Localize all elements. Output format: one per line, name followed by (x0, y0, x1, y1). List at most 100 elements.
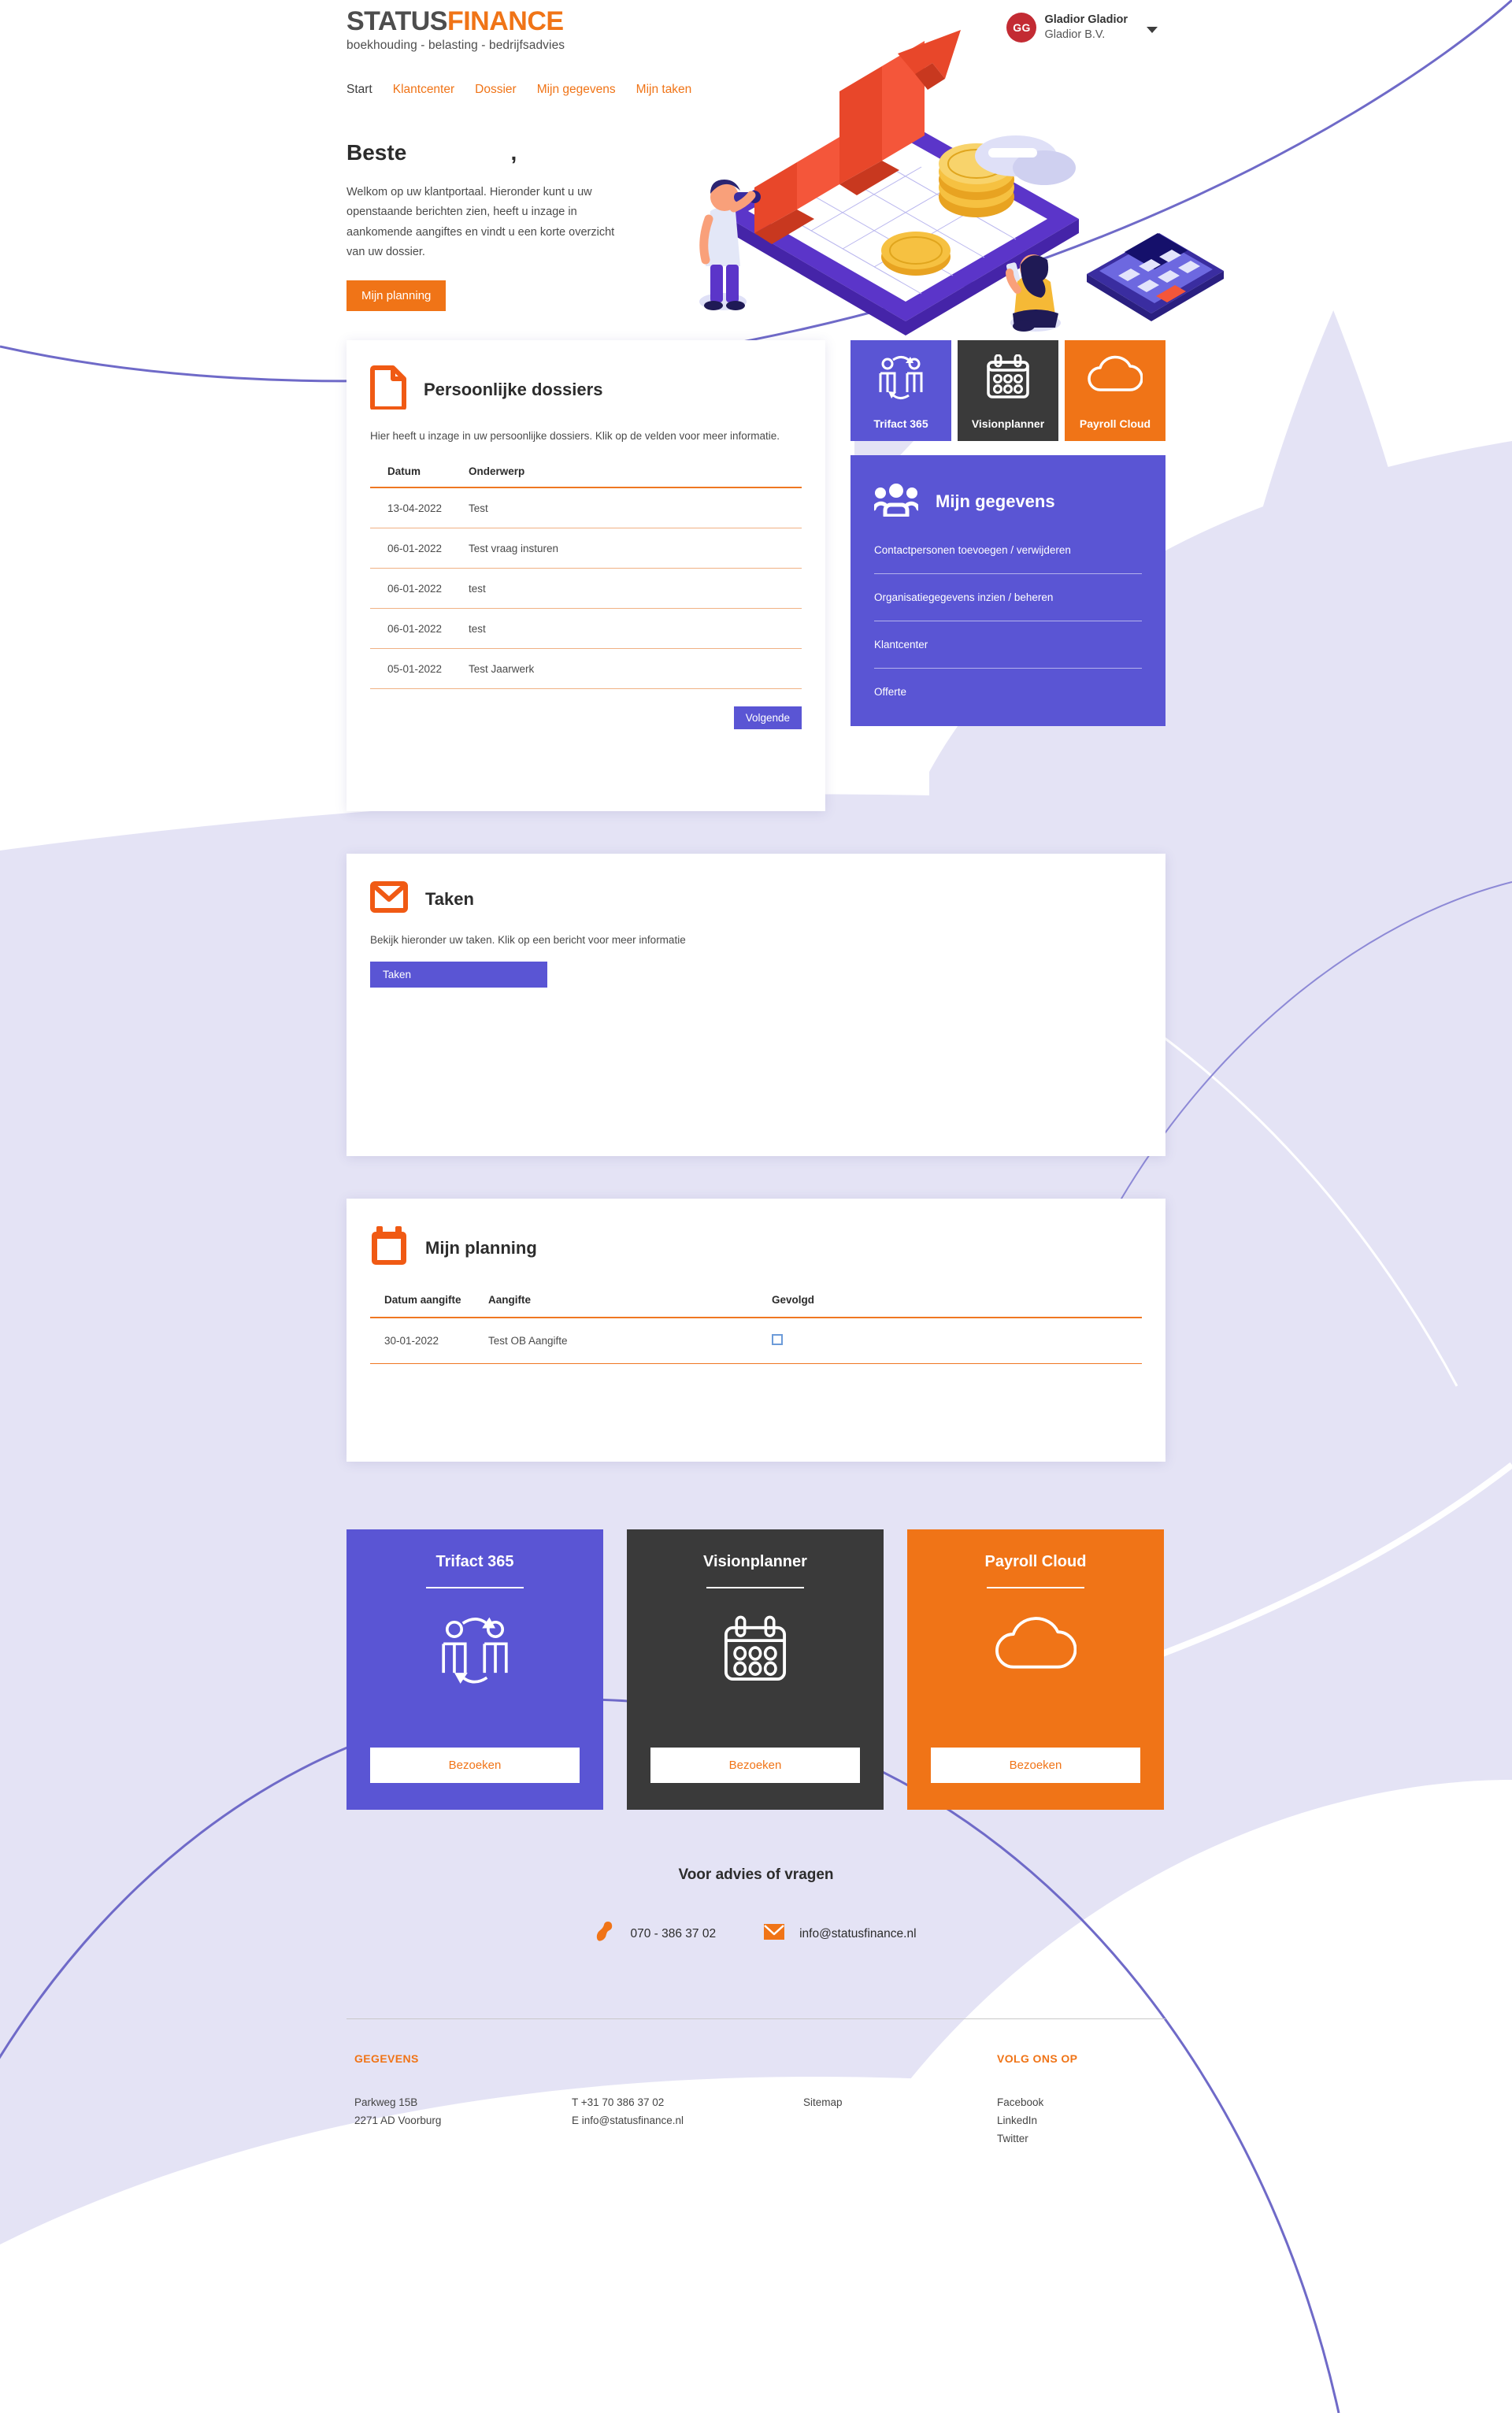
hero-text-block: Beste , Welkom op uw klantportaal. Hiero… (346, 140, 630, 311)
footer-phone: T +31 70 386 37 02 (572, 2096, 665, 2108)
phone-icon (595, 1920, 616, 1948)
mini-tile-visionplanner[interactable]: Visionplanner (958, 340, 1058, 441)
cell-datum-aangifte: 30-01-2022 (370, 1318, 488, 1364)
footer-link-sitemap[interactable]: Sitemap (803, 2093, 843, 2111)
gegevens-title: Mijn gegevens (936, 491, 1055, 511)
mini-tile-label: Payroll Cloud (1079, 417, 1151, 430)
taken-title: Taken (425, 888, 474, 909)
cloud-icon (995, 1614, 1077, 1677)
column-header-onderwerp: Onderwerp (469, 465, 802, 489)
dashboard-right-column: Trifact 365 Visionplanner Payroll Cloud … (850, 340, 1166, 726)
cell-onderwerp: Test Jaarwerk (469, 648, 802, 690)
table-row[interactable]: 13-04-2022 Test (370, 487, 802, 529)
advies-title: Voor advies of vragen (678, 1866, 834, 1883)
document-icon (370, 365, 406, 413)
app-card-rule (426, 1587, 524, 1588)
cell-datum: 06-01-2022 (370, 608, 469, 650)
gegevens-item-contactpersonen[interactable]: Contactpersonen toevoegen / verwijderen (874, 544, 1142, 574)
column-header-datum-aangifte: Datum aangifte (370, 1294, 488, 1318)
taken-card: Taken Bekijk hieronder uw taken. Klik op… (346, 854, 1166, 1156)
phone-number: 070 - 386 37 02 (630, 1926, 717, 1940)
taken-description: Bekijk hieronder uw taken. Klik op een b… (370, 934, 686, 946)
hero-illustration (662, 30, 1228, 345)
app-card-title: Payroll Cloud (984, 1553, 1087, 1570)
table-header-row: Datum aangifte Aangifte Gevolgd (370, 1294, 1142, 1318)
page-title: Beste , (346, 140, 517, 165)
cell-datum: 05-01-2022 (370, 648, 469, 690)
cell-aangifte: Test OB Aangifte (488, 1318, 772, 1364)
cloud-icon (1088, 354, 1143, 398)
hero-paragraph: Welkom op uw klantportaal. Hieronder kun… (346, 186, 615, 259)
app-card-trifact-365[interactable]: Trifact 365 Bezoeken (346, 1529, 603, 1810)
table-row[interactable]: 06-01-2022 Test vraag insturen (370, 528, 802, 569)
advies-section: Voor advies of vragen 070 - 386 37 02 in… (346, 1866, 1166, 1948)
advies-contacts: 070 - 386 37 02 info@statusfinance.nl (346, 1920, 1166, 1948)
app-card-rule (987, 1587, 1084, 1588)
column-header-datum: Datum (370, 465, 469, 489)
dossiers-table: Datum Onderwerp 13-04-2022 Test 06-01-20… (370, 465, 802, 690)
mini-tile-trifact-365[interactable]: Trifact 365 (850, 340, 951, 441)
contact-email[interactable]: info@statusfinance.nl (763, 1922, 917, 1945)
footer-col-contact: T +31 70 386 37 02 E info@statusfinance.… (572, 2052, 684, 2129)
footer-col-social: VOLG ONS OP Facebook LinkedIn Twitter (997, 2052, 1077, 2148)
mijn-planning-button[interactable]: Mijn planning (346, 280, 447, 311)
table-row[interactable]: 06-01-2022 test (370, 608, 802, 650)
gegevens-links: Contactpersonen toevoegen / verwijderen … (874, 544, 1142, 698)
envelope-icon (370, 880, 408, 917)
page-root: STATUSFINANCE boekhouding - belasting - … (0, 0, 1512, 2413)
footer-links: Sitemap (803, 2093, 843, 2111)
mijn-gegevens-panel: Mijn gegevens Contactpersonen toevoegen … (850, 455, 1166, 726)
table-header-row: Datum Onderwerp (370, 465, 802, 489)
gegevens-header: Mijn gegevens (872, 482, 1142, 521)
persoonlijke-dossiers-card: Persoonlijke dossiers Hier heeft u inzag… (346, 340, 825, 811)
taken-card-header: Taken (370, 880, 1142, 917)
site-header: STATUSFINANCE boekhouding - belasting - … (346, 0, 1224, 335)
app-card-visionplanner[interactable]: Visionplanner Bezoeken (627, 1529, 884, 1810)
dashboard-grid: Persoonlijke dossiers Hier heeft u inzag… (346, 329, 1166, 811)
column-header-gevolgd: Gevolgd (772, 1294, 1142, 1318)
planning-table: Datum aangifte Aangifte Gevolgd 30-01-20… (370, 1294, 1142, 1364)
footer-link-linkedin[interactable]: LinkedIn (997, 2111, 1077, 2129)
gegevens-item-offerte[interactable]: Offerte (874, 686, 1142, 698)
cell-datum: 06-01-2022 (370, 528, 469, 569)
footer-heading-volg-ons-op: VOLG ONS OP (997, 2052, 1078, 2065)
volgende-button[interactable]: Volgende (733, 706, 802, 730)
table-row[interactable]: 05-01-2022 Test Jaarwerk (370, 648, 802, 690)
gevolgd-checkbox[interactable] (772, 1334, 783, 1345)
bezoeken-button[interactable]: Bezoeken (650, 1748, 860, 1783)
hero-section: Beste , Welkom op uw klantportaal. Hiero… (346, 14, 1224, 335)
cell-onderwerp: test (469, 568, 802, 610)
planning-title: Mijn planning (425, 1237, 537, 1258)
app-card-title: Visionplanner (703, 1553, 807, 1570)
footer-address-line-2: 2271 AD Voorburg (354, 2115, 442, 2127)
table-row[interactable]: 30-01-2022 Test OB Aangifte (370, 1318, 1142, 1364)
app-card-rule (706, 1587, 804, 1588)
footer-col-gegevens: GEGEVENS Parkweg 15B 2271 AD Voorburg (354, 2052, 441, 2129)
dossiers-description: Hier heeft u inzage in uw persoonlijke d… (370, 430, 780, 442)
footer-link-facebook[interactable]: Facebook (997, 2093, 1077, 2111)
mini-tile-label: Trifact 365 (873, 417, 928, 430)
cell-onderwerp: test (469, 608, 802, 650)
app-card-payroll-cloud[interactable]: Payroll Cloud Bezoeken (907, 1529, 1164, 1810)
table-row[interactable]: 06-01-2022 test (370, 568, 802, 610)
bezoeken-button[interactable]: Bezoeken (370, 1748, 580, 1783)
contact-phone[interactable]: 070 - 386 37 02 (595, 1920, 716, 1948)
people-group-icon (872, 482, 921, 521)
column-header-aangifte: Aangifte (488, 1294, 772, 1318)
mijn-planning-card: Mijn planning Datum aangifte Aangifte Ge… (346, 1199, 1166, 1462)
footer-address: Parkweg 15B 2271 AD Voorburg (354, 2093, 441, 2129)
gegevens-item-klantcenter[interactable]: Klantcenter (874, 639, 1142, 669)
calendar-dots-icon (719, 1614, 791, 1690)
app-mini-tiles: Trifact 365 Visionplanner Payroll Cloud (850, 340, 1166, 441)
footer-link-twitter[interactable]: Twitter (997, 2129, 1077, 2148)
gegevens-item-organisatie[interactable]: Organisatiegegevens inzien / beheren (874, 591, 1142, 621)
dossiers-card-footer: Volgende (370, 689, 802, 730)
bezoeken-button[interactable]: Bezoeken (931, 1748, 1140, 1783)
cell-onderwerp: Test vraag insturen (469, 528, 802, 569)
taken-tab-button[interactable]: Taken (370, 962, 547, 988)
app-cards: Trifact 365 Bezoeken Visionplanner Bezoe… (346, 1529, 1166, 1810)
dossiers-title: Persoonlijke dossiers (424, 379, 603, 399)
people-exchange-icon (436, 1614, 513, 1690)
footer-heading-spacer (572, 2052, 684, 2065)
mini-tile-payroll-cloud[interactable]: Payroll Cloud (1065, 340, 1166, 441)
